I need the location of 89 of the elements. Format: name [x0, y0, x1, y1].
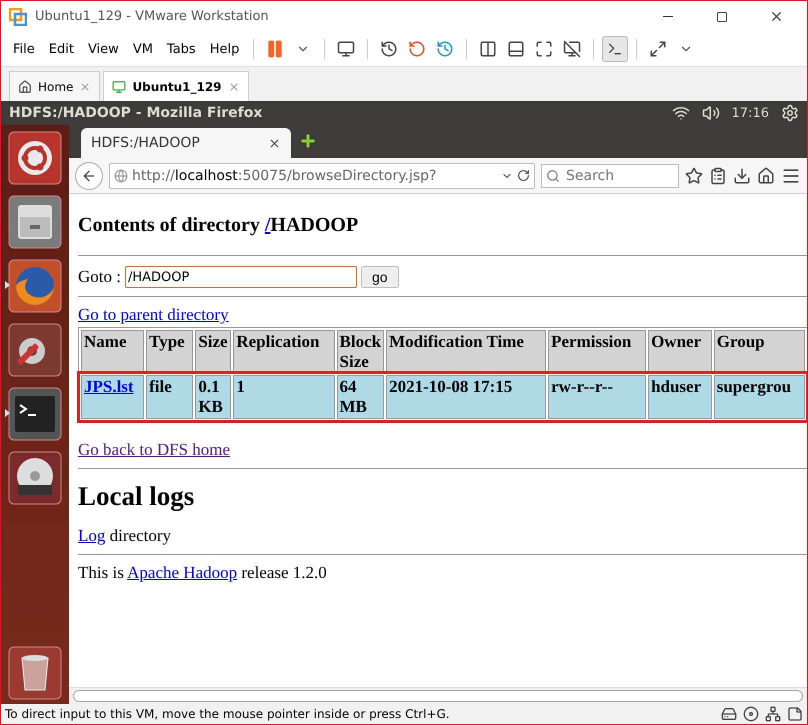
file-link[interactable]: JPS.lst: [84, 377, 134, 396]
globe-icon: [114, 168, 128, 182]
table-row[interactable]: JPS.lst file 0.1 KB 1 64 MB 2021-10-08 17:15 rw-r--r-- hduser supergrou: [81, 375, 805, 420]
table-cell: supergrou: [714, 375, 805, 420]
vm-icon: [112, 80, 126, 94]
disc-icon[interactable]: [743, 706, 759, 722]
table-cell: 2021-10-08 17:15: [386, 375, 546, 420]
app-logo-icon: [9, 8, 27, 26]
star-icon[interactable]: [685, 166, 703, 184]
search-field[interactable]: Search: [541, 164, 679, 188]
column-header: Name: [81, 330, 144, 374]
table-cell: 0.1 KB: [195, 375, 232, 420]
log-link[interactable]: Log: [78, 526, 106, 546]
column-header: Type: [146, 330, 194, 374]
table-cell: 64 MB: [336, 375, 384, 420]
page-heading: Contents of directory /HADOOP: [78, 214, 360, 237]
scrollbar-thumb[interactable]: [73, 690, 803, 702]
revert-icon: [408, 40, 426, 58]
column-header: Permission: [548, 330, 646, 374]
clock-icon: [380, 40, 398, 58]
full-screen-icon: [535, 40, 554, 58]
wifi-icon[interactable]: [672, 104, 690, 122]
root-link[interactable]: /: [264, 214, 270, 236]
new-tab-icon[interactable]: [299, 132, 317, 150]
terminal-icon: [607, 41, 624, 57]
address-field[interactable]: http://localhost:50075/browseDirectory.jsp?: [109, 162, 535, 188]
back-arrow-icon: [81, 168, 97, 184]
table-cell: rw-r--r--: [548, 375, 646, 420]
menu-item[interactable]: File: [7, 38, 41, 60]
dvd-icon[interactable]: [8, 451, 62, 505]
status-text: To direct input to this VM, move the mouse pointer inside or press Ctrl+G.: [5, 707, 451, 721]
trash-icon[interactable]: [8, 646, 62, 700]
menu-item[interactable]: VM: [126, 38, 159, 60]
go-button[interactable]: go: [360, 266, 399, 288]
columns-icon: [479, 40, 498, 58]
log-line: Log directory: [78, 526, 172, 546]
download-icon[interactable]: [733, 166, 751, 184]
search-icon: [546, 168, 560, 182]
reload-icon: [517, 169, 530, 182]
back-button[interactable]: [75, 162, 103, 190]
terminal-icon[interactable]: [8, 387, 62, 441]
hard-drive-icon[interactable]: [721, 706, 737, 722]
column-header: Block Size: [336, 330, 384, 374]
section-heading: Local logs: [78, 481, 196, 512]
close-icon: [228, 80, 240, 92]
network-icon[interactable]: [765, 706, 781, 722]
browser-tab[interactable]: HDFS:/HADOOP: [81, 128, 291, 158]
settings-icon[interactable]: [8, 323, 62, 377]
release-line: This is Apache Hadoop release 1.2.0: [78, 563, 328, 584]
reading-list-icon[interactable]: [709, 166, 727, 184]
column-header: Group: [714, 330, 805, 374]
clock: 17:16: [732, 106, 769, 120]
minimize-icon: [663, 16, 673, 17]
column-header: Owner: [648, 330, 712, 374]
parent-directory-link[interactable]: Go to parent directory: [78, 305, 229, 324]
volume-icon[interactable]: [702, 104, 720, 122]
menu-item[interactable]: View: [82, 38, 125, 60]
clock-icon: [436, 40, 454, 58]
vm-tab[interactable]: Home: [9, 71, 100, 101]
table-cell: file: [146, 375, 194, 420]
vm-tab[interactable]: Ubuntu1_129: [103, 71, 249, 101]
maximize-icon: [716, 10, 728, 22]
close-icon: [79, 80, 92, 92]
home-icon: [18, 80, 32, 94]
file-cabinet-icon[interactable]: [8, 195, 62, 249]
goto-field[interactable]: /HADOOP: [124, 266, 357, 288]
window-title: Ubuntu1_129 - VMware Workstation: [35, 9, 270, 24]
goto-label: Goto :: [78, 267, 121, 287]
console-button[interactable]: [602, 36, 628, 62]
table-cell: 1: [233, 375, 335, 420]
ubuntu-logo-icon[interactable]: [8, 131, 62, 185]
panel-icon: [507, 40, 526, 58]
monitor-off-icon: [563, 40, 582, 58]
monitor-icon: [337, 40, 356, 58]
menu-item[interactable]: Tabs: [160, 38, 202, 60]
column-header: Replication: [233, 330, 335, 374]
close-icon: [268, 136, 281, 150]
menu-item[interactable]: Help: [204, 38, 246, 60]
column-header: Size: [195, 330, 232, 374]
note-icon[interactable]: [787, 706, 803, 722]
window-title: HDFS:/HADOOP - Mozilla Firefox: [9, 105, 264, 121]
menu-item[interactable]: Edit: [42, 38, 80, 60]
resize-icon: [649, 40, 668, 58]
home-icon[interactable]: [757, 166, 775, 184]
table-cell: hduser: [648, 375, 712, 420]
firefox-icon[interactable]: [8, 259, 62, 313]
column-header: Modification Time: [386, 330, 546, 374]
dfs-home-link[interactable]: Go back to DFS home: [78, 440, 230, 460]
hadoop-link[interactable]: Apache Hadoop: [127, 563, 238, 582]
